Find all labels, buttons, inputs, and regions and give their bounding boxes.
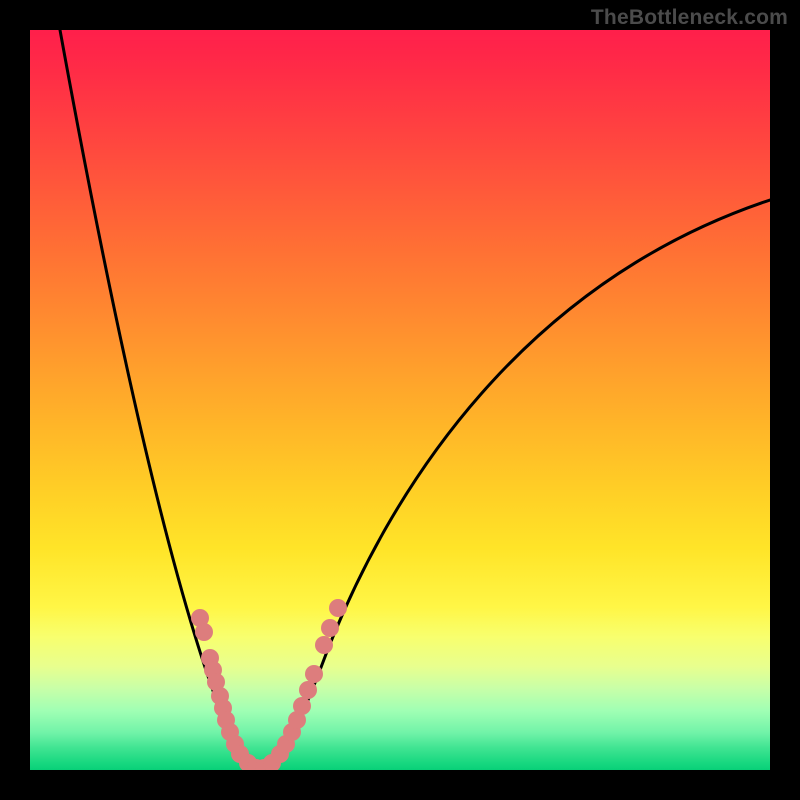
curve-right-arm: [260, 200, 770, 770]
marker-dot: [321, 619, 339, 637]
watermark-text: TheBottleneck.com: [591, 6, 788, 30]
marker-dot: [299, 681, 317, 699]
marker-dot: [315, 636, 333, 654]
marker-group: [191, 599, 347, 770]
marker-dot: [305, 665, 323, 683]
marker-dot: [293, 697, 311, 715]
chart-svg: [30, 30, 770, 770]
curve-left-arm: [60, 30, 260, 770]
marker-dot: [329, 599, 347, 617]
marker-dot: [195, 623, 213, 641]
plot-area: [30, 30, 770, 770]
